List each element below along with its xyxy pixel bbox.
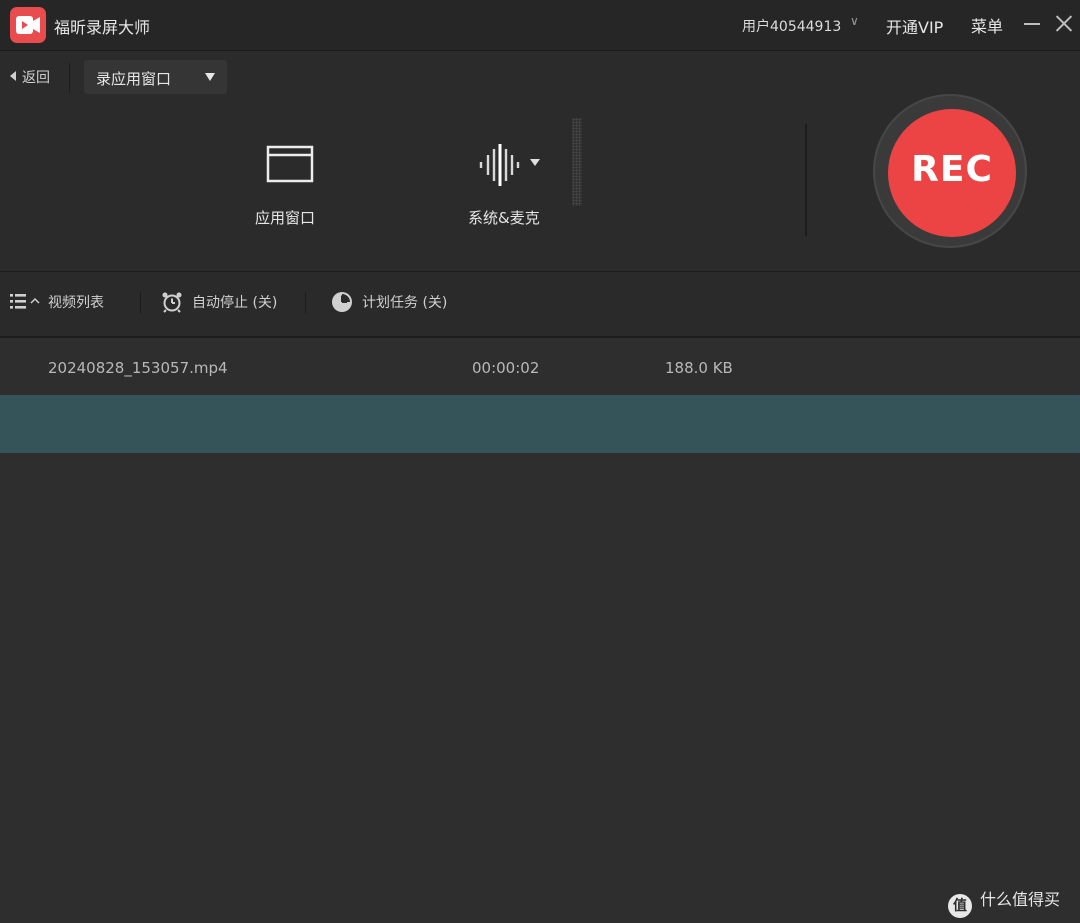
dropdown-arrow-icon bbox=[205, 73, 215, 81]
title-bar: 福昕录屏大师 用户40544913 ∨ 开通VIP 菜单 bbox=[0, 0, 1080, 51]
app-logo-icon bbox=[10, 7, 46, 43]
watermark: 值什么值得买 bbox=[948, 886, 1060, 918]
back-button[interactable]: 返回 bbox=[10, 67, 50, 87]
auto-stop-button[interactable]: 自动停止 (关) bbox=[192, 292, 277, 312]
audio-wave-icon[interactable] bbox=[478, 143, 524, 191]
video-list-button[interactable]: 视频列表 bbox=[48, 292, 104, 312]
open-vip-button[interactable]: 开通VIP bbox=[886, 14, 943, 38]
rec-label: REC bbox=[911, 149, 993, 190]
minimize-icon[interactable] bbox=[1024, 23, 1040, 25]
app-window-icon[interactable] bbox=[266, 145, 314, 187]
window-mode-label[interactable]: 应用窗口 bbox=[255, 207, 315, 228]
recording-mode-label: 录应用窗口 bbox=[96, 70, 172, 88]
file-duration: 00:00:02 bbox=[472, 359, 540, 377]
divider bbox=[140, 292, 141, 314]
file-name: 20240828_153057.mp4 bbox=[48, 359, 228, 377]
audio-dropdown-icon[interactable] bbox=[530, 159, 540, 166]
file-size: 188.0 KB bbox=[665, 359, 733, 377]
schedule-task-button[interactable]: 计划任务 (关) bbox=[362, 292, 447, 312]
list-toolbar: 视频列表 自动停止 (关) 计划任务 (关) bbox=[0, 272, 1080, 338]
audio-level-meter bbox=[572, 118, 582, 206]
list-item[interactable]: 20240828_153057.mp4 00:00:02 188.0 KB bbox=[0, 338, 1080, 395]
back-arrow-icon bbox=[10, 71, 16, 81]
close-icon[interactable] bbox=[1053, 12, 1075, 34]
recording-controls: 返回 录应用窗口 应用窗口 系统&麦克 REC bbox=[0, 51, 1080, 272]
video-file-list: 20240828_153057.mp4 00:00:02 188.0 KB bbox=[0, 338, 1080, 923]
list-toggle-icon[interactable] bbox=[10, 292, 44, 314]
watermark-logo-icon: 值 bbox=[948, 894, 972, 918]
divider bbox=[69, 63, 70, 93]
divider bbox=[305, 292, 306, 314]
back-label: 返回 bbox=[22, 70, 50, 86]
user-account[interactable]: 用户40544913 bbox=[742, 16, 841, 36]
menu-button[interactable]: 菜单 bbox=[971, 13, 1003, 37]
audio-source-label[interactable]: 系统&麦克 bbox=[468, 207, 540, 228]
rec-button[interactable]: REC bbox=[888, 109, 1016, 237]
watermark-text: 什么值得买 bbox=[980, 890, 1061, 909]
chevron-down-icon[interactable]: ∨ bbox=[850, 14, 859, 28]
app-title: 福昕录屏大师 bbox=[54, 18, 151, 37]
selected-row-highlight[interactable] bbox=[0, 395, 1080, 453]
divider bbox=[805, 124, 807, 236]
recording-mode-select[interactable]: 录应用窗口 bbox=[84, 60, 227, 94]
schedule-icon[interactable] bbox=[331, 291, 353, 317]
alarm-clock-icon[interactable] bbox=[161, 291, 183, 317]
